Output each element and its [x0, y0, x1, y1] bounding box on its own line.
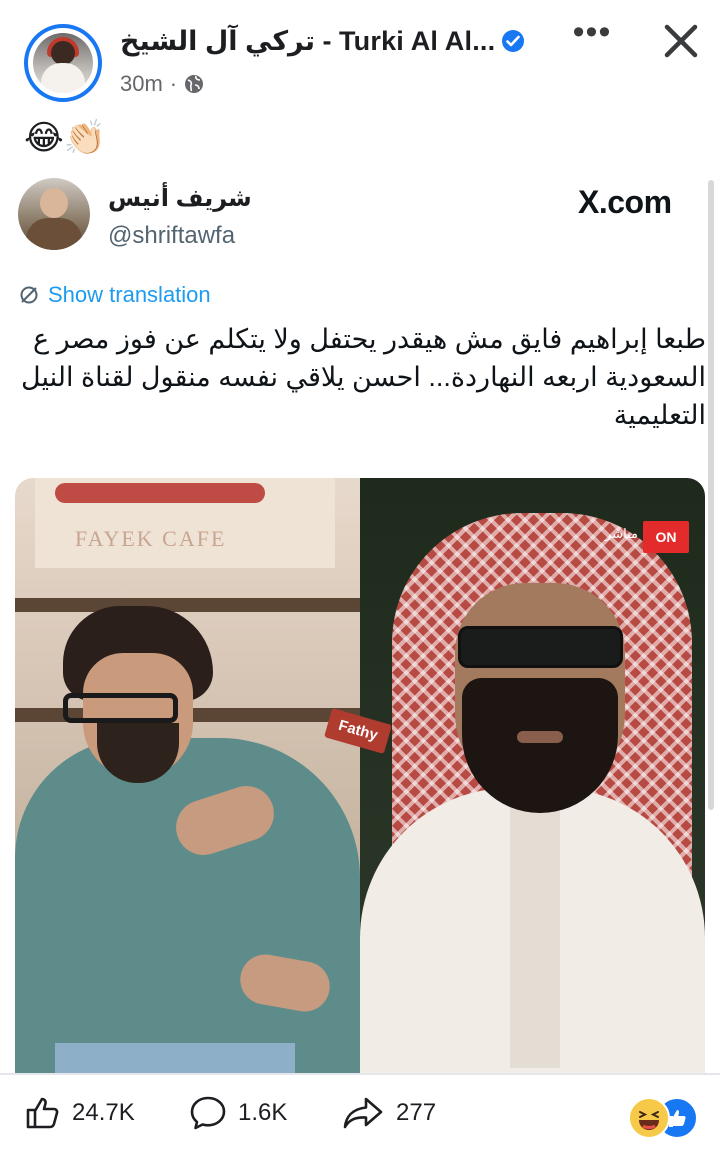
avatar-photo: [33, 33, 93, 93]
live-label: مباشر: [605, 526, 638, 541]
comment-count: 1.6K: [238, 1099, 288, 1126]
show-translation-link[interactable]: Show translation: [18, 282, 211, 308]
channel-badge: ON: [643, 521, 689, 553]
reactions-summary[interactable]: [628, 1097, 698, 1139]
like-button[interactable]: 24.7K: [22, 1076, 135, 1150]
show-translation-label[interactable]: Show translation: [48, 282, 211, 308]
post-time[interactable]: 30m: [120, 71, 163, 97]
haha-reaction-icon: [628, 1097, 670, 1139]
translate-icon: [20, 286, 38, 304]
share-icon: [343, 1097, 383, 1129]
scrollbar[interactable]: [708, 180, 714, 810]
post-header: تركي آل الشيخ - Turki Al Al... 30m · •••: [0, 0, 720, 110]
divider: [0, 1073, 720, 1075]
close-icon[interactable]: [656, 16, 706, 66]
cafe-sign-text: FAYEK CAFE: [75, 526, 227, 551]
comment-button[interactable]: 1.6K: [188, 1076, 287, 1150]
like-count: 24.7K: [72, 1099, 135, 1126]
share-button[interactable]: 277: [342, 1076, 436, 1150]
page-name[interactable]: تركي آل الشيخ - Turki Al Al...: [120, 26, 525, 57]
post-meta: 30m ·: [120, 71, 204, 97]
tweet-author-avatar: [18, 178, 90, 250]
tweet-author-name: شريف أنيس: [108, 185, 252, 212]
globe-icon[interactable]: [184, 74, 204, 94]
image-left-panel: FAYEK CAFE: [15, 478, 360, 1073]
x-logo: X.com: [578, 184, 672, 220]
image-right-panel: [360, 478, 705, 1073]
page-avatar[interactable]: [24, 24, 102, 102]
share-count: 277: [396, 1099, 437, 1126]
tweet-image[interactable]: FAYEK CAFE Fathy مباشر ON: [15, 478, 705, 1073]
comment-icon: [190, 1096, 226, 1130]
like-icon: [26, 1097, 59, 1129]
tweet-author-handle: @shriftawfa: [108, 222, 236, 249]
page-name-text[interactable]: تركي آل الشيخ - Turki Al Al...: [120, 26, 495, 56]
tweet-text: طبعا إبراهيم فايق مش هيقدر يحتفل ولا يتك…: [21, 324, 706, 430]
engagement-bar: 24.7K 1.6K 277: [0, 1076, 720, 1150]
verified-badge-icon: [502, 29, 525, 52]
meta-separator: ·: [169, 71, 178, 96]
post-caption: 😂👏🏻: [24, 119, 107, 157]
more-options-button[interactable]: •••: [570, 15, 614, 56]
